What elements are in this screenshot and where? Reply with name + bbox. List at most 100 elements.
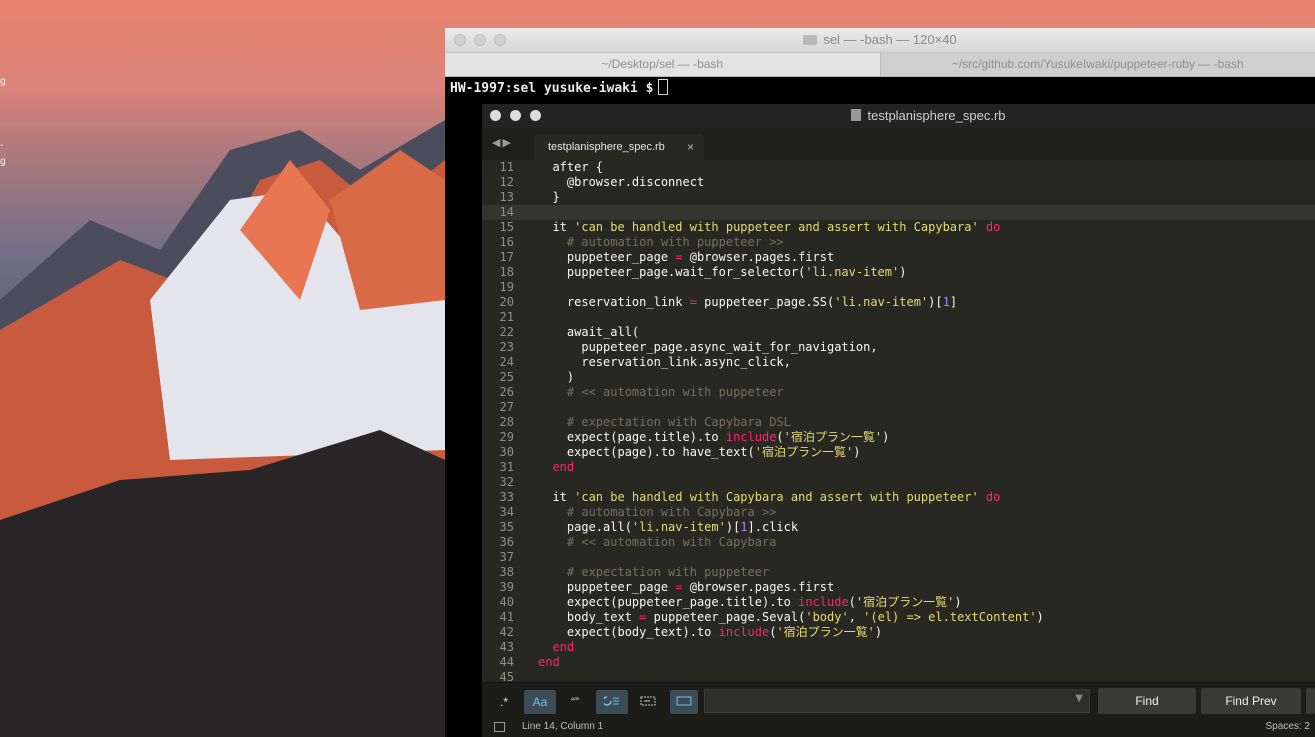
code-line[interactable]: 29 expect(page.title).to include('宿泊プラン一…	[482, 430, 1315, 445]
code-token: 'can be handled with puppeteer and asser…	[574, 220, 979, 234]
code-line[interactable]: 19	[482, 280, 1315, 295]
code-token: expect(puppeteer_page.title).to	[538, 595, 799, 609]
code-line[interactable]: 35 page.all('li.nav-item')[1].click	[482, 520, 1315, 535]
code-line[interactable]: 33 it 'can be handled with Capybara and …	[482, 490, 1315, 505]
terminal-body[interactable]: HW-1997:sel yusuke-iwaki $	[445, 77, 1315, 98]
status-indent[interactable]: Spaces: 2	[1266, 721, 1310, 732]
tab-nav-arrows-icon[interactable]: ◀▶	[492, 136, 513, 149]
code-line[interactable]: 12 @browser.disconnect	[482, 175, 1315, 190]
code-line[interactable]: 26 # << automation with puppeteer	[482, 385, 1315, 400]
terminal-tab[interactable]: ~/Desktop/sel — -bash	[445, 53, 881, 76]
whole-word-toggle[interactable]: “”	[562, 690, 588, 714]
code-token: # automation with Capybara >>	[538, 505, 777, 519]
code-token: puppeteer_page.Seval(	[646, 610, 806, 624]
find-input[interactable]: ▼	[704, 689, 1090, 713]
code-line[interactable]: 44 end	[482, 655, 1315, 670]
code-line[interactable]: 40 expect(puppeteer_page.title).to inclu…	[482, 595, 1315, 610]
tab-label: testplanisphere_spec.rb	[548, 141, 665, 153]
terminal-titlebar[interactable]: sel — -bash — 120×40	[445, 28, 1315, 53]
file-icon	[851, 109, 862, 121]
code-line[interactable]: 25 )	[482, 370, 1315, 385]
code-line[interactable]: 22 await_all(	[482, 325, 1315, 340]
line-number: 36	[499, 535, 514, 549]
highlight-matches-icon[interactable]	[670, 690, 698, 714]
desktop-icon-label[interactable]: g	[0, 76, 6, 87]
code-line[interactable]: 15 it 'can be handled with puppeteer and…	[482, 220, 1315, 235]
code-line[interactable]: 28 # expectation with Capybara DSL	[482, 415, 1315, 430]
line-number: 32	[499, 475, 514, 489]
line-number: 43	[499, 640, 514, 654]
line-number: 17	[499, 250, 514, 264]
find-panel: .* Aa “” ▼ Find Find Prev	[482, 682, 1315, 719]
code-line[interactable]: 43 end	[482, 640, 1315, 655]
code-token: end	[538, 640, 575, 654]
panel-toggle-icon[interactable]	[494, 722, 505, 732]
code-token: # automation with puppeteer >>	[538, 235, 784, 249]
find-prev-button[interactable]: Find Prev	[1201, 688, 1301, 714]
terminal-tabs: ~/Desktop/sel — -bash ~/src/github.com/Y…	[445, 53, 1315, 77]
code-line[interactable]: 11 after {	[482, 160, 1315, 175]
code-token: ]	[949, 295, 958, 309]
code-line[interactable]: 34 # automation with Capybara >>	[482, 505, 1315, 520]
code-token: )	[954, 595, 962, 609]
find-history-dropdown-icon[interactable]: ▼	[1075, 693, 1083, 704]
code-line[interactable]: 42 expect(body_text).to include('宿泊プラン一覧…	[482, 625, 1315, 640]
desktop-icon-label[interactable]: g	[0, 156, 6, 167]
editor-tabbar: ◀▶ testplanisphere_spec.rb ×	[482, 128, 1315, 160]
find-button[interactable]: Find	[1098, 688, 1196, 714]
code-line[interactable]: 24 reservation_link.async_click,	[482, 355, 1315, 370]
regex-toggle[interactable]: .*	[492, 690, 516, 714]
code-line[interactable]: 38 # expectation with puppeteer	[482, 565, 1315, 580]
find-all-button[interactable]	[1306, 688, 1315, 714]
desktop-icon-label[interactable]: -	[0, 140, 3, 151]
code-token: puppeteer_page	[538, 250, 676, 264]
terminal-tab[interactable]: ~/src/github.com/YusukeIwaki/puppeteer-r…	[881, 53, 1315, 76]
code-line[interactable]: 41 body_text = puppeteer_page.Seval('bod…	[482, 610, 1315, 625]
code-line[interactable]: 27	[482, 400, 1315, 415]
wrap-icon[interactable]	[596, 690, 628, 714]
code-token: 'can be handled with Capybara and assert…	[574, 490, 979, 504]
code-line[interactable]: 30 expect(page).to have_text('宿泊プラン一覧')	[482, 445, 1315, 460]
code-token: @browser.pages.first	[682, 580, 835, 594]
code-token: )	[853, 445, 861, 459]
code-line[interactable]: 13 }	[482, 190, 1315, 205]
code-token: )	[538, 370, 575, 384]
close-tab-icon[interactable]: ×	[687, 134, 694, 160]
code-token: page.all(	[538, 520, 632, 534]
line-number: 40	[499, 595, 514, 609]
code-token: ,	[848, 610, 864, 624]
code-line[interactable]: 39 puppeteer_page = @browser.pages.first	[482, 580, 1315, 595]
code-line[interactable]: 16 # automation with puppeteer >>	[482, 235, 1315, 250]
code-token: @browser.pages.first	[682, 250, 835, 264]
code-line[interactable]: 20 reservation_link = puppeteer_page.SS(…	[482, 295, 1315, 310]
code-line[interactable]: 18 puppeteer_page.wait_for_selector('li.…	[482, 265, 1315, 280]
code-line[interactable]: 17 puppeteer_page = @browser.pages.first	[482, 250, 1315, 265]
code-token: 1	[942, 295, 950, 309]
line-number: 20	[499, 295, 514, 309]
code-token: 'li.nav-item'	[631, 520, 726, 534]
line-number: 12	[499, 175, 514, 189]
code-line[interactable]: 32	[482, 475, 1315, 490]
line-number: 14	[499, 205, 514, 219]
code-token: puppeteer_page.async_wait_for_navigation…	[538, 340, 878, 354]
code-line[interactable]: 21	[482, 310, 1315, 325]
code-token: # expectation with Capybara DSL	[538, 415, 791, 429]
code-token: =	[675, 580, 683, 594]
text-cursor	[657, 79, 668, 95]
status-position: Line 14, Column 1	[522, 721, 604, 732]
code-token: )[	[725, 520, 741, 534]
tab-testplanisphere-spec[interactable]: testplanisphere_spec.rb ×	[534, 134, 704, 160]
line-number: 16	[499, 235, 514, 249]
code-token: )	[1036, 610, 1044, 624]
code-line[interactable]: 37	[482, 550, 1315, 565]
code-line[interactable]: 36 # << automation with Capybara	[482, 535, 1315, 550]
code-line[interactable]: 23 puppeteer_page.async_wait_for_navigat…	[482, 340, 1315, 355]
code-area[interactable]: 11 after {12 @browser.disconnect 13 } 14 15…	[482, 160, 1315, 683]
code-token: )	[882, 430, 890, 444]
code-token: =	[675, 250, 683, 264]
code-line[interactable]: 31 end	[482, 460, 1315, 475]
editor-titlebar[interactable]: testplanisphere_spec.rb	[482, 104, 1315, 128]
case-sensitive-toggle[interactable]: Aa	[524, 690, 556, 714]
code-line[interactable]: 14	[482, 205, 1315, 220]
in-selection-icon[interactable]	[634, 690, 662, 714]
